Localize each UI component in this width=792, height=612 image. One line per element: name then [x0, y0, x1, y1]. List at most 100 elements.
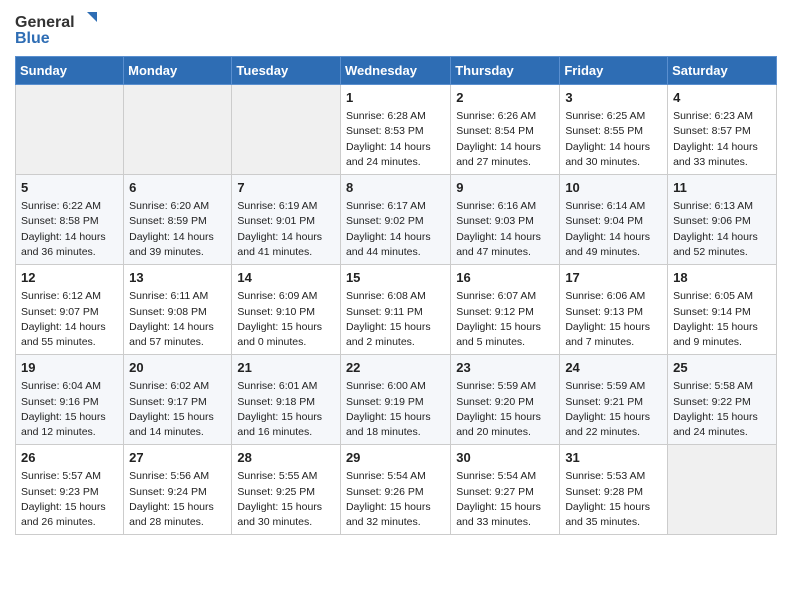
calendar-cell: 26 Sunrise: 5:57 AM Sunset: 9:23 PM Dayli…	[16, 445, 124, 535]
calendar-cell: 23 Sunrise: 5:59 AM Sunset: 9:20 PM Dayli…	[451, 355, 560, 445]
calendar-cell: 18Sunrise: 6:05 AM Sunset: 9:14 PM Dayli…	[668, 265, 777, 355]
day-info: Sunrise: 6:09 AM Sunset: 9:10 PM Dayligh…	[237, 289, 335, 350]
weekday-header-monday: Monday	[124, 57, 232, 85]
calendar-cell: 5 Sunrise: 6:22 AM Sunset: 8:58 PM Daylig…	[16, 175, 124, 265]
day-number: 8	[346, 179, 445, 197]
week-row-5: 26 Sunrise: 5:57 AM Sunset: 9:23 PM Dayli…	[16, 445, 777, 535]
week-row-4: 19 Sunrise: 6:04 AM Sunset: 9:16 PM Dayli…	[16, 355, 777, 445]
day-number: 17	[565, 269, 662, 287]
day-number: 28	[237, 449, 335, 467]
day-info: Sunrise: 5:54 AM Sunset: 9:27 PM Dayligh…	[456, 469, 554, 530]
day-number: 27	[129, 449, 226, 467]
day-info: Sunrise: 6:23 AM Sunset: 8:57 PM Dayligh…	[673, 109, 771, 170]
day-number: 26	[21, 449, 118, 467]
day-number: 12	[21, 269, 118, 287]
calendar-table: SundayMondayTuesdayWednesdayThursdayFrid…	[15, 56, 777, 535]
calendar-cell	[16, 85, 124, 175]
page-header: GeneralBlue	[15, 10, 777, 50]
calendar-cell: 20 Sunrise: 6:02 AM Sunset: 9:17 PM Dayli…	[124, 355, 232, 445]
weekday-header-saturday: Saturday	[668, 57, 777, 85]
calendar-cell: 9 Sunrise: 6:16 AM Sunset: 9:03 PM Daylig…	[451, 175, 560, 265]
calendar-cell: 2 Sunrise: 6:26 AM Sunset: 8:54 PM Daylig…	[451, 85, 560, 175]
day-info: Sunrise: 6:07 AM Sunset: 9:12 PM Dayligh…	[456, 289, 554, 350]
day-info: Sunrise: 6:04 AM Sunset: 9:16 PM Dayligh…	[21, 379, 118, 440]
day-info: Sunrise: 5:57 AM Sunset: 9:23 PM Dayligh…	[21, 469, 118, 530]
day-number: 19	[21, 359, 118, 377]
day-info: Sunrise: 6:16 AM Sunset: 9:03 PM Dayligh…	[456, 199, 554, 260]
day-info: Sunrise: 6:22 AM Sunset: 8:58 PM Dayligh…	[21, 199, 118, 260]
day-info: Sunrise: 5:53 AM Sunset: 9:28 PM Dayligh…	[565, 469, 662, 530]
calendar-cell: 31 Sunrise: 5:53 AM Sunset: 9:28 PM Dayli…	[560, 445, 668, 535]
day-number: 25	[673, 359, 771, 377]
calendar-cell: 17Sunrise: 6:06 AM Sunset: 9:13 PM Dayli…	[560, 265, 668, 355]
day-info: Sunrise: 6:12 AM Sunset: 9:07 PM Dayligh…	[21, 289, 118, 350]
calendar-cell: 1 Sunrise: 6:28 AM Sunset: 8:53 PM Daylig…	[340, 85, 450, 175]
day-number: 2	[456, 89, 554, 107]
weekday-header-row: SundayMondayTuesdayWednesdayThursdayFrid…	[16, 57, 777, 85]
day-info: Sunrise: 5:54 AM Sunset: 9:26 PM Dayligh…	[346, 469, 445, 530]
calendar-cell: 8 Sunrise: 6:17 AM Sunset: 9:02 PM Daylig…	[340, 175, 450, 265]
day-number: 22	[346, 359, 445, 377]
calendar-cell	[232, 85, 341, 175]
day-info: Sunrise: 6:00 AM Sunset: 9:19 PM Dayligh…	[346, 379, 445, 440]
calendar-cell: 15 Sunrise: 6:08 AM Sunset: 9:11 PM Dayli…	[340, 265, 450, 355]
day-number: 31	[565, 449, 662, 467]
calendar-cell: 6 Sunrise: 6:20 AM Sunset: 8:59 PM Daylig…	[124, 175, 232, 265]
day-info: Sunrise: 6:26 AM Sunset: 8:54 PM Dayligh…	[456, 109, 554, 170]
calendar-cell: 19 Sunrise: 6:04 AM Sunset: 9:16 PM Dayli…	[16, 355, 124, 445]
calendar-cell: 12 Sunrise: 6:12 AM Sunset: 9:07 PM Dayli…	[16, 265, 124, 355]
svg-text:Blue: Blue	[15, 30, 50, 47]
day-number: 14	[237, 269, 335, 287]
day-info: Sunrise: 5:59 AM Sunset: 9:20 PM Dayligh…	[456, 379, 554, 440]
day-info: Sunrise: 6:13 AM Sunset: 9:06 PM Dayligh…	[673, 199, 771, 260]
day-info: Sunrise: 6:28 AM Sunset: 8:53 PM Dayligh…	[346, 109, 445, 170]
day-info: Sunrise: 5:56 AM Sunset: 9:24 PM Dayligh…	[129, 469, 226, 530]
logo-svg: GeneralBlue	[15, 10, 105, 50]
day-number: 1	[346, 89, 445, 107]
day-number: 6	[129, 179, 226, 197]
weekday-header-sunday: Sunday	[16, 57, 124, 85]
day-number: 23	[456, 359, 554, 377]
weekday-header-wednesday: Wednesday	[340, 57, 450, 85]
calendar-cell: 30 Sunrise: 5:54 AM Sunset: 9:27 PM Dayli…	[451, 445, 560, 535]
day-info: Sunrise: 6:01 AM Sunset: 9:18 PM Dayligh…	[237, 379, 335, 440]
calendar-cell: 27 Sunrise: 5:56 AM Sunset: 9:24 PM Dayli…	[124, 445, 232, 535]
week-row-3: 12 Sunrise: 6:12 AM Sunset: 9:07 PM Dayli…	[16, 265, 777, 355]
day-number: 4	[673, 89, 771, 107]
weekday-header-thursday: Thursday	[451, 57, 560, 85]
day-number: 10	[565, 179, 662, 197]
calendar-cell: 21 Sunrise: 6:01 AM Sunset: 9:18 PM Dayli…	[232, 355, 341, 445]
day-number: 20	[129, 359, 226, 377]
day-info: Sunrise: 6:11 AM Sunset: 9:08 PM Dayligh…	[129, 289, 226, 350]
day-info: Sunrise: 6:14 AM Sunset: 9:04 PM Dayligh…	[565, 199, 662, 260]
day-number: 21	[237, 359, 335, 377]
calendar-cell: 16Sunrise: 6:07 AM Sunset: 9:12 PM Dayli…	[451, 265, 560, 355]
weekday-header-tuesday: Tuesday	[232, 57, 341, 85]
calendar-cell: 10 Sunrise: 6:14 AM Sunset: 9:04 PM Dayli…	[560, 175, 668, 265]
day-info: Sunrise: 6:08 AM Sunset: 9:11 PM Dayligh…	[346, 289, 445, 350]
day-number: 7	[237, 179, 335, 197]
calendar-cell	[668, 445, 777, 535]
day-info: Sunrise: 6:02 AM Sunset: 9:17 PM Dayligh…	[129, 379, 226, 440]
day-number: 29	[346, 449, 445, 467]
calendar-cell: 29 Sunrise: 5:54 AM Sunset: 9:26 PM Dayli…	[340, 445, 450, 535]
day-info: Sunrise: 5:59 AM Sunset: 9:21 PM Dayligh…	[565, 379, 662, 440]
calendar-cell: 3Sunrise: 6:25 AM Sunset: 8:55 PM Daylig…	[560, 85, 668, 175]
calendar-cell: 24Sunrise: 5:59 AM Sunset: 9:21 PM Dayli…	[560, 355, 668, 445]
calendar-cell: 11Sunrise: 6:13 AM Sunset: 9:06 PM Dayli…	[668, 175, 777, 265]
calendar-cell	[124, 85, 232, 175]
day-info: Sunrise: 6:20 AM Sunset: 8:59 PM Dayligh…	[129, 199, 226, 260]
calendar-cell: 7Sunrise: 6:19 AM Sunset: 9:01 PM Daylig…	[232, 175, 341, 265]
day-number: 5	[21, 179, 118, 197]
day-number: 15	[346, 269, 445, 287]
day-info: Sunrise: 6:17 AM Sunset: 9:02 PM Dayligh…	[346, 199, 445, 260]
weekday-header-friday: Friday	[560, 57, 668, 85]
day-info: Sunrise: 5:58 AM Sunset: 9:22 PM Dayligh…	[673, 379, 771, 440]
calendar-cell: 13Sunrise: 6:11 AM Sunset: 9:08 PM Dayli…	[124, 265, 232, 355]
day-number: 9	[456, 179, 554, 197]
calendar-cell: 4 Sunrise: 6:23 AM Sunset: 8:57 PM Daylig…	[668, 85, 777, 175]
calendar-cell: 14 Sunrise: 6:09 AM Sunset: 9:10 PM Dayli…	[232, 265, 341, 355]
day-number: 30	[456, 449, 554, 467]
day-number: 3	[565, 89, 662, 107]
week-row-2: 5 Sunrise: 6:22 AM Sunset: 8:58 PM Daylig…	[16, 175, 777, 265]
